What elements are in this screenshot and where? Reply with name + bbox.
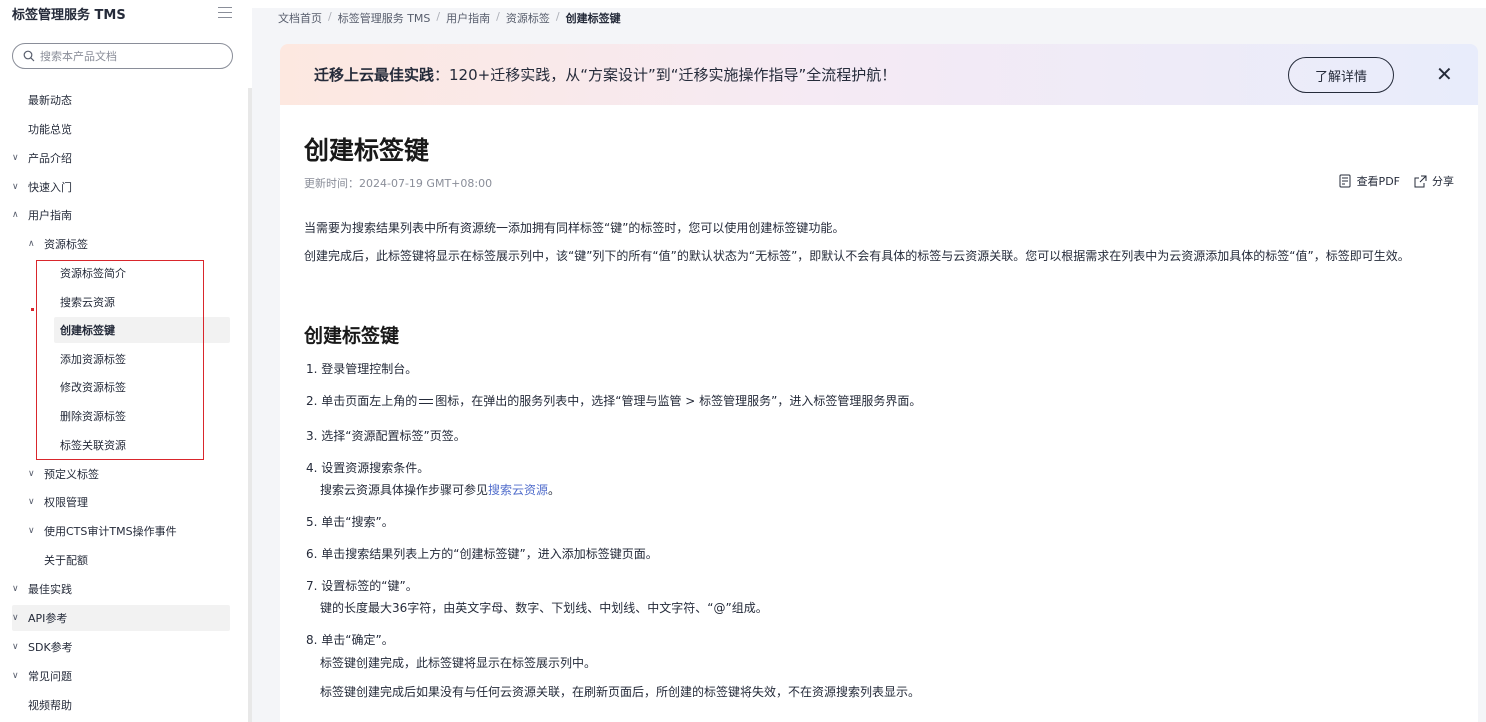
promo-banner: 迁移上云最佳实践：120+迁移实践，从“方案设计”到“迁移实施操作指导”全流程护… [280, 44, 1478, 105]
sidebar-item-resource-tags[interactable]: ∧ 资源标签 [28, 231, 88, 257]
sidebar-item-label: 最佳实践 [28, 583, 72, 596]
article: 创建标签键 更新时间：2024-07-19 GMT+08:00 查看PDF 分享… [280, 105, 1478, 722]
sidebar-item-best-practice[interactable]: ∨ 最佳实践 [12, 576, 72, 602]
updated-time: 更新时间：2024-07-19 GMT+08:00 [304, 177, 493, 190]
step-6: 6. 单击搜索结果列表上方的“创建标签键”，进入添加标签键页面。 [306, 547, 658, 561]
sidebar-item-label: 视频帮助 [28, 699, 72, 712]
intro-paragraph-1: 当需要为搜索结果列表中所有资源统一添加拥有同样标签“键”的标签时，您可以使用创建… [304, 221, 845, 235]
step-3: 3. 选择“资源配置标签”页签。 [306, 429, 466, 443]
step-1: 1. 登录管理控制台。 [306, 362, 418, 376]
section-title: 创建标签键 [304, 325, 400, 347]
pdf-icon [1339, 174, 1351, 188]
sidebar-item-quick-start[interactable]: ∨ 快速入门 [12, 174, 72, 200]
breadcrumb-home[interactable]: 文档首页 [278, 10, 322, 26]
breadcrumb-separator: / [555, 10, 560, 23]
sidebar-item-label: 使用CTS审计TMS操作事件 [44, 525, 177, 538]
article-tools: 查看PDF 分享 [1339, 173, 1454, 189]
sidebar-item-sdk-reference[interactable]: ∨ SDK参考 [12, 634, 73, 660]
breadcrumb: 文档首页 / 标签管理服务 TMS / 用户指南 / 资源标签 / 创建标签键 [278, 10, 621, 26]
sidebar: 标签管理服务 TMS 最新动态 功能总览 ∨ 产品介绍 ∨ 快速入门 ∧ 用户指南 ∧… [0, 0, 252, 722]
main-area: 文档首页 / 标签管理服务 TMS / 用户指南 / 资源标签 / 创建标签键 迁移上云… [252, 0, 1486, 722]
sidebar-item-label: 常见问题 [28, 670, 72, 683]
sidebar-item-predefined-tags[interactable]: ∨ 预定义标签 [28, 461, 99, 487]
chevron-down-icon: ∨ [12, 153, 19, 163]
banner-body-text: ：120+迁移实践，从“方案设计”到“迁移实施操作指导”全流程护航！ [434, 66, 897, 84]
step-8-detail-1: 标签键创建完成，此标签键将显示在标签展示列中。 [320, 656, 597, 670]
sidebar-item-label: 功能总览 [28, 123, 72, 136]
chevron-down-icon: ∨ [12, 613, 19, 623]
step-7-detail: 键的长度最大36字符，由英文字母、数字、下划线、中划线、中文字符、“@”组成。 [320, 601, 768, 615]
chevron-down-icon: ∨ [28, 497, 35, 507]
sidebar-item-label: 预定义标签 [44, 468, 99, 481]
share-button[interactable]: 分享 [1414, 173, 1454, 189]
sidebar-item-overview[interactable]: 功能总览 [28, 116, 72, 142]
sidebar-item-label: API参考 [28, 612, 68, 625]
breadcrumb-separator: / [328, 10, 332, 23]
product-title[interactable]: 标签管理服务 TMS [12, 4, 126, 23]
sidebar-item-product-intro[interactable]: ∨ 产品介绍 [12, 145, 72, 171]
sidebar-item-cts-audit[interactable]: ∨ 使用CTS审计TMS操作事件 [28, 518, 177, 544]
step-2: 2. 单击页面左上角的 图标，在弹出的服务列表中，选择“管理与监管 > 标签管理服… [306, 392, 921, 409]
chevron-down-icon: ∨ [12, 642, 19, 652]
step-8: 8. 单击“确定”。 [306, 633, 394, 647]
search-icon [23, 50, 35, 62]
banner-bold-text: 迁移上云最佳实践 [314, 66, 435, 84]
step-4-detail: 搜索云资源具体操作步骤可参见搜索云资源。 [320, 481, 560, 498]
page-title: 创建标签键 [304, 136, 430, 165]
breadcrumb-user-guide[interactable]: 用户指南 [446, 10, 490, 26]
step-4: 4. 设置资源搜索条件。 [306, 461, 430, 475]
step-4-detail-end: 。 [548, 483, 561, 497]
chevron-up-icon: ∧ [28, 239, 35, 249]
sidebar-item-label: 快速入门 [28, 181, 72, 194]
intro-paragraph-2: 创建完成后，此标签键将显示在标签展示列中，该“键”列下的所有“值”的默认状态为“… [304, 249, 1410, 263]
sidebar-item-quota[interactable]: 关于配额 [44, 547, 88, 573]
share-label: 分享 [1432, 175, 1454, 188]
sidebar-item-user-guide[interactable]: ∧ 用户指南 [12, 202, 72, 228]
chevron-down-icon: ∨ [28, 469, 35, 479]
sidebar-item-label: 关于配额 [44, 554, 88, 567]
highlight-box [36, 260, 204, 460]
sidebar-item-api-reference[interactable]: ∨ API参考 [12, 605, 230, 631]
sidebar-item-label: 用户指南 [28, 209, 72, 222]
step-5: 5. 单击“搜索”。 [306, 515, 394, 529]
chevron-down-icon: ∨ [12, 671, 19, 681]
view-pdf-label: 查看PDF [1356, 175, 1400, 188]
sidebar-item-video-help[interactable]: 视频帮助 [28, 692, 72, 718]
chevron-up-icon: ∧ [12, 210, 19, 220]
breadcrumb-separator: / [496, 10, 500, 23]
breadcrumb-separator: / [436, 10, 441, 23]
search-box[interactable] [12, 43, 233, 69]
service-list-icon [419, 396, 434, 407]
highlight-marker [31, 308, 34, 311]
breadcrumb-product[interactable]: 标签管理服务 TMS [338, 10, 431, 26]
sidebar-item-label: 最新动态 [28, 94, 72, 107]
search-input[interactable] [40, 49, 210, 63]
menu-collapse-icon[interactable] [218, 7, 232, 19]
chevron-down-icon: ∨ [12, 584, 19, 594]
step-8-detail-2: 标签键创建完成后如果没有与任何云资源关联，在刷新页面后，所创建的标签键将失效，不… [320, 685, 921, 699]
breadcrumb-current: 创建标签键 [565, 12, 621, 25]
learn-more-button[interactable]: 了解详情 [1288, 57, 1394, 93]
sidebar-item-label: SDK参考 [28, 641, 73, 654]
banner-text: 迁移上云最佳实践：120+迁移实践，从“方案设计”到“迁移实施操作指导”全流程护… [314, 64, 896, 85]
sidebar-item-faq[interactable]: ∨ 常见问题 [12, 663, 72, 689]
breadcrumb-resource-tags[interactable]: 资源标签 [506, 10, 550, 26]
close-icon[interactable]: ✕ [1436, 62, 1453, 86]
step-2-text-a: 2. 单击页面左上角的 [306, 394, 418, 408]
step-7: 7. 设置标签的“键”。 [306, 579, 418, 593]
sidebar-item-label: 资源标签 [44, 238, 88, 251]
step-4-detail-text: 搜索云资源具体操作步骤可参见 [320, 483, 489, 497]
sidebar-item-permissions[interactable]: ∨ 权限管理 [28, 489, 88, 515]
chevron-down-icon: ∨ [12, 182, 19, 192]
chevron-down-icon: ∨ [28, 526, 35, 536]
view-pdf-button[interactable]: 查看PDF [1339, 173, 1400, 189]
share-icon [1414, 175, 1427, 187]
sidebar-item-label: 权限管理 [44, 496, 88, 509]
search-resources-link[interactable]: 搜索云资源 [488, 483, 548, 497]
sidebar-item-label: 产品介绍 [28, 152, 72, 165]
top-bar [252, 0, 1486, 8]
step-2-text-b: 图标，在弹出的服务列表中，选择“管理与监管 > 标签管理服务”，进入标签管理服务… [435, 394, 922, 408]
sidebar-item-latest[interactable]: 最新动态 [28, 87, 72, 113]
